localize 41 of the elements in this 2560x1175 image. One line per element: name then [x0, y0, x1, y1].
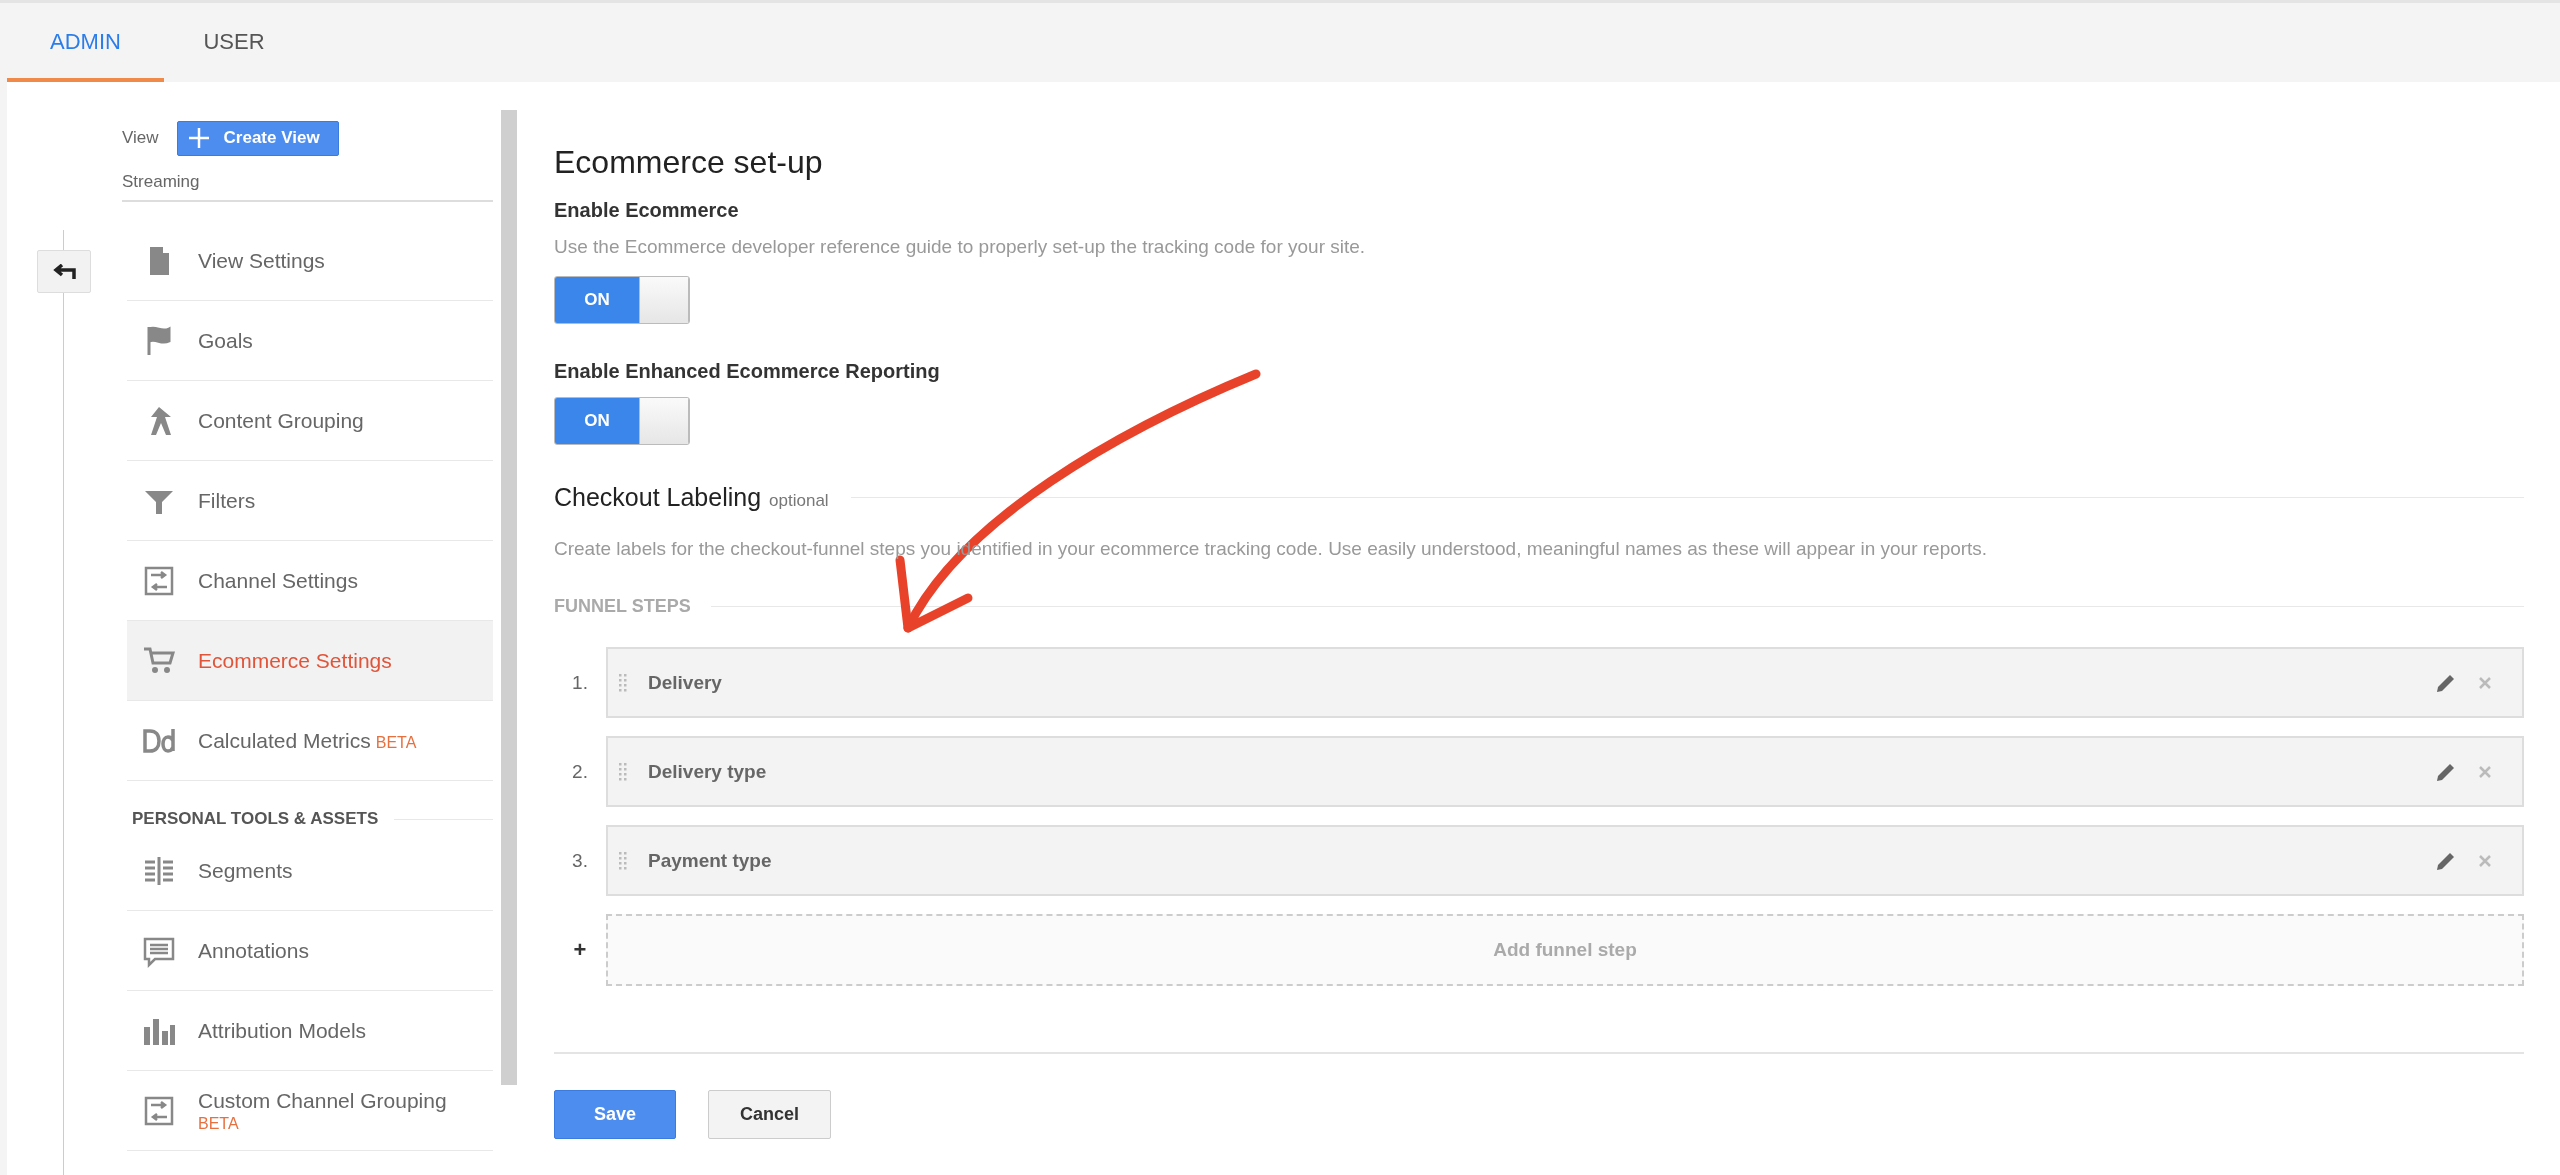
sidebar-item[interactable]: Goals	[127, 301, 493, 381]
funnel-steps-header: FUNNEL STEPS	[554, 596, 691, 617]
save-button[interactable]: Save	[554, 1090, 676, 1139]
sidebar-item[interactable]: Calculated Metrics BETA	[127, 701, 493, 781]
tab[interactable]: USER	[164, 3, 304, 82]
funnel-step[interactable]: Delivery type	[606, 736, 2524, 807]
scrollbar[interactable]	[501, 110, 517, 1085]
plus-icon	[187, 127, 210, 149]
section-title: Checkout Labeling optional	[554, 483, 829, 512]
setting-description: Use the Ecommerce developer reference guide to properly set-up the tracking code for your site.	[554, 236, 1367, 258]
funnel-step[interactable]: Payment type	[606, 825, 2524, 896]
sidebar-item[interactable]: Custom Channel Grouping BETA	[127, 1071, 493, 1151]
step-number: 3.	[571, 849, 589, 872]
step-number: 1.	[571, 671, 589, 694]
sidebar-item[interactable]: Ecommerce Settings	[127, 621, 493, 701]
drag-handle-icon	[618, 672, 628, 693]
view-name: Streaming	[122, 172, 200, 191]
create-view-button[interactable]: Create View	[176, 120, 339, 156]
section-header: PERSONAL TOOLS & ASSETS	[132, 809, 379, 829]
sidebar-item[interactable]: View Settings	[127, 221, 493, 301]
sidebar-item[interactable]: Attribution Models	[127, 991, 493, 1071]
drag-handle-icon	[618, 761, 628, 782]
step-number: 2.	[571, 760, 589, 783]
setting-label: Enable Ecommerce	[554, 199, 740, 222]
back-arrow-icon	[51, 263, 76, 280]
view-label: View	[122, 128, 159, 148]
sidebar-item[interactable]: Segments	[127, 831, 493, 911]
sidebar-item[interactable]: Filters	[127, 461, 493, 541]
toggle-switch[interactable]: ON	[554, 276, 690, 324]
setting-label: Enable Enhanced Ecommerce Reporting	[554, 360, 941, 383]
drag-handle-icon	[618, 850, 628, 871]
page-title: Ecommerce set-up	[554, 144, 824, 181]
sidebar-item[interactable]: Content Grouping	[127, 381, 493, 461]
cancel-button[interactable]: Cancel	[708, 1090, 831, 1139]
back-button[interactable]	[36, 250, 91, 293]
plus-sign: +	[572, 937, 588, 963]
beta-label: BETA	[198, 1113, 240, 1133]
beta-label: BETA	[375, 733, 417, 751]
sidebar-item[interactable]: Annotations	[127, 911, 493, 991]
funnel-step[interactable]: Delivery	[606, 647, 2524, 718]
toggle-switch[interactable]: ON	[554, 397, 690, 445]
